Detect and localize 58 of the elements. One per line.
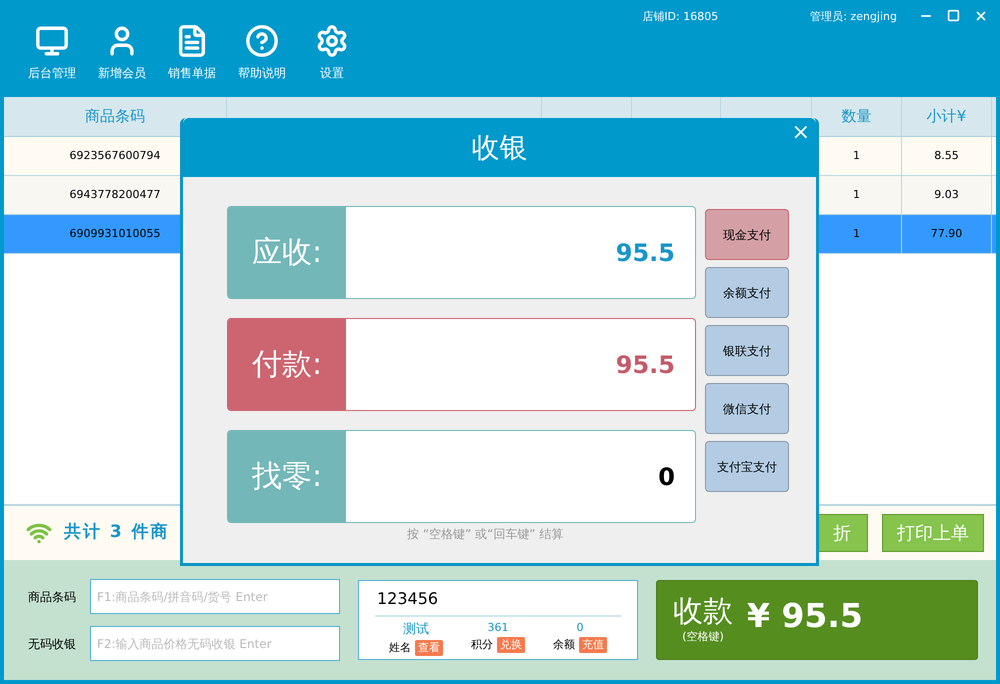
checkout-button[interactable]: 收款 (空格键) ¥ 95.5 <box>656 580 978 660</box>
payment-method-button[interactable]: 支付宝支付 <box>705 441 789 492</box>
checkout-amount: ¥ 95.5 <box>747 595 863 638</box>
dialog-close-button[interactable]: × <box>792 122 810 144</box>
column-header: 小计¥ <box>926 106 966 128</box>
table-cell-text: 1 <box>853 186 860 203</box>
member-stat: 测试 <box>403 621 429 639</box>
stat-action-button[interactable]: 查看 <box>415 640 443 656</box>
toolbar-button[interactable]: 设置 <box>304 24 360 97</box>
stat-action-button[interactable]: 兑换 <box>497 636 525 653</box>
field-label: 无码收银 <box>28 636 77 652</box>
stat-label: 积分 <box>471 636 493 652</box>
member-stat: 0 <box>576 620 584 636</box>
checkout-hint: (空格键) <box>682 628 724 645</box>
item-count: 共计 3 件商 <box>64 521 170 544</box>
maximize-icon[interactable] <box>947 9 960 22</box>
member-stat: 361 <box>488 620 508 636</box>
amount-value: 95.5 <box>616 238 675 268</box>
stat-label: 余额 <box>553 636 575 652</box>
payment-method-button[interactable]: 现金支付 <box>705 209 789 260</box>
stat-action-button[interactable]: 充值 <box>579 636 607 653</box>
store-id: 店铺ID: 16805 <box>642 9 718 25</box>
amount-label: 应收: <box>252 234 322 272</box>
column-header: 商品条码 <box>85 106 145 128</box>
amount-value: 95.5 <box>616 350 675 380</box>
dialog-hint: 按 “空格键” 或“回车键” 结算 <box>407 526 564 543</box>
help-icon <box>245 24 279 58</box>
amount-label: 付款: <box>252 346 322 384</box>
admin-name: 管理员: zengjing <box>810 9 897 25</box>
column-header: 数量 <box>842 106 872 128</box>
input-field[interactable]: F1:商品条码/拼音码/货号 Enter <box>90 579 340 614</box>
toolbar-button[interactable]: 新增会员 <box>94 24 150 97</box>
table-cell-text: 77.90 <box>930 226 962 242</box>
monitor-icon <box>35 24 69 58</box>
table-cell-text: 6909931010055 <box>70 226 160 242</box>
table-cell-text: 9.03 <box>934 186 959 203</box>
field-label: 商品条码 <box>28 588 77 606</box>
amount-value: 0 <box>658 462 675 492</box>
payment-method-button[interactable]: 微信支付 <box>705 383 789 434</box>
member-id: 123456 <box>377 588 440 610</box>
toolbar-button[interactable]: 销售单据 <box>164 24 220 97</box>
table-cell-text: 1 <box>853 148 860 164</box>
dialog-title: 收银 <box>472 130 528 166</box>
payment-method-button[interactable]: 余额支付 <box>705 267 789 318</box>
input-field[interactable]: F2:输入商品价格无码收银 Enter <box>90 626 340 661</box>
checkout-label: 收款 <box>673 594 733 629</box>
table-cell-text: 1 <box>853 226 860 242</box>
table-cell-text: 8.55 <box>934 148 959 164</box>
print-last-button[interactable]: 打印上单 <box>882 514 984 552</box>
toolbar-button[interactable]: 帮助说明 <box>234 24 290 97</box>
stat-label: 姓名 <box>389 640 411 656</box>
payment-method-button[interactable]: 银联支付 <box>705 325 789 376</box>
table-cell-text: 6923567600794 <box>70 148 160 164</box>
amount-label: 找零: <box>252 458 322 496</box>
close-icon[interactable] <box>974 9 988 23</box>
toolbar-button[interactable]: 后台管理 <box>24 24 80 97</box>
settings-icon <box>315 24 349 58</box>
table-cell-text: 6943778200477 <box>70 186 160 203</box>
